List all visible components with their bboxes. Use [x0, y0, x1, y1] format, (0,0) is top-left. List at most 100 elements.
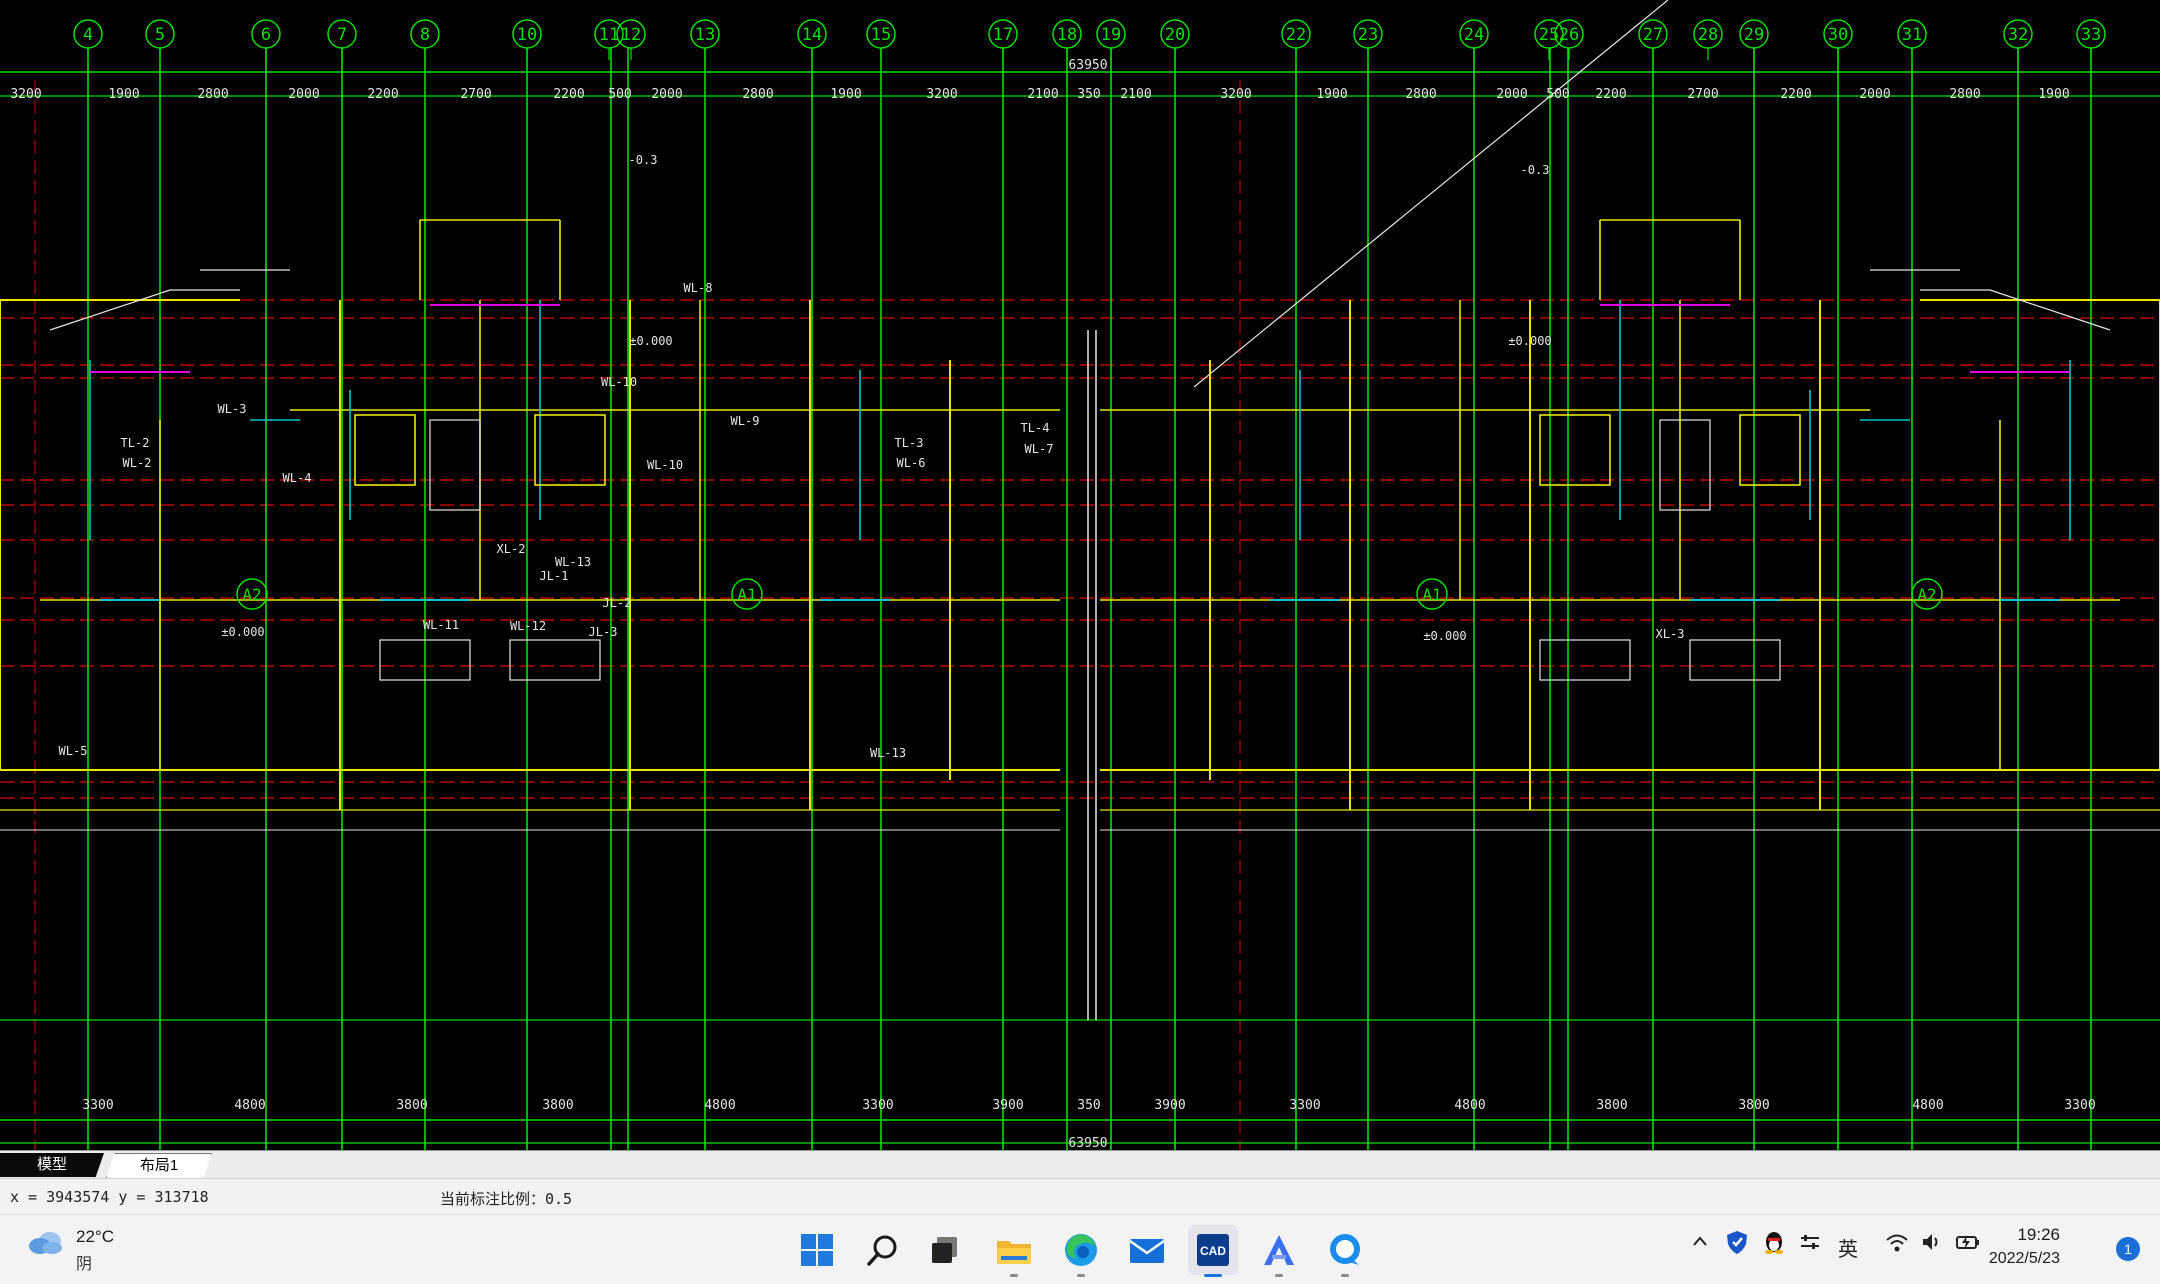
total-dimension-top: 63950: [1068, 58, 1107, 73]
pipe-label: WL-3: [218, 402, 247, 416]
bottom-dimension-text: 3900: [992, 1098, 1023, 1113]
volume-icon[interactable]: [1920, 1231, 1944, 1259]
pipe-label: WL-13: [870, 746, 906, 760]
axis-bubble-label: 30: [1828, 25, 1848, 45]
chat-app-button[interactable]: [1320, 1225, 1370, 1277]
top-dimension-text: 2200: [1780, 87, 1811, 102]
pipe-label: TL-3: [895, 436, 924, 450]
pipe-label: WL-11: [423, 618, 459, 632]
elevation-mark: ±0.000: [1423, 629, 1466, 643]
cad-app-button[interactable]: CAD: [1188, 1225, 1238, 1277]
start-button[interactable]: [792, 1225, 842, 1275]
bottom-dimension-text: 3300: [82, 1098, 113, 1113]
elevation-mark: ±0.000: [221, 625, 264, 639]
mail-button[interactable]: [1122, 1225, 1172, 1275]
edge-browser-button[interactable]: [1056, 1225, 1106, 1277]
axis-bubble-label: 28: [1698, 25, 1718, 45]
running-indicator: [1341, 1274, 1349, 1277]
annotation-scale: 当前标注比例：0.5: [440, 1190, 573, 1208]
weather-temperature: 22°C: [76, 1227, 114, 1246]
total-dimension-bottom: 63950: [1068, 1136, 1107, 1150]
top-dimension-text: 2700: [460, 87, 491, 102]
unit-label: A2: [242, 585, 261, 604]
search-icon: [867, 1235, 897, 1266]
axis-bubble-label: 13: [695, 25, 715, 45]
top-dimension-text: 2700: [1687, 87, 1718, 102]
clock-date[interactable]: 2022/5/23: [1989, 1250, 2060, 1268]
stair-block: [429, 419, 481, 511]
elevator-shaft: [354, 414, 416, 486]
status-bar: x = 3943574 y = 313718 当前标注比例：0.5: [0, 1178, 2160, 1215]
axis-bubble-label: 17: [993, 25, 1013, 45]
tab-model[interactable]: 模型: [0, 1153, 104, 1177]
bottom-dimension-text: 3900: [1154, 1098, 1185, 1113]
pipe-label: WL-9: [731, 414, 760, 428]
input-method-indicator[interactable]: 英: [1838, 1233, 1858, 1262]
battery-charging-icon[interactable]: [1955, 1231, 1981, 1259]
top-dimension-text: 2800: [1405, 87, 1436, 102]
cad-app-icon: CAD: [1197, 1234, 1229, 1266]
elevation-mark: ±0.000: [629, 334, 672, 348]
input-switch-icon[interactable]: [1798, 1231, 1822, 1259]
bottom-dimension-text: 3800: [1738, 1098, 1769, 1113]
bottom-dimension-text: 3300: [862, 1098, 893, 1113]
floor-plan-drawing[interactable]: 4 5 6 7 8 10 11 12 13 14 15 17 18 19 20 22 23 24 25 26 27 28 2…: [0, 0, 2160, 1150]
running-indicator: [1077, 1274, 1085, 1277]
running-indicator: [1204, 1274, 1222, 1277]
cad-drawing-canvas[interactable]: 4 5 6 7 8 10 11 12 13 14 15 17 18 19 20 22 23 24 25 26 27 28 2…: [0, 0, 2160, 1150]
search-button[interactable]: [858, 1225, 908, 1275]
top-dimension-text: 2000: [288, 87, 319, 102]
top-dimension-text: 3200: [1220, 87, 1251, 102]
cursor-coordinates: x = 3943574 y = 313718: [10, 1188, 209, 1206]
roof-outline: [49, 289, 171, 331]
unit-label: A2: [1917, 585, 1936, 604]
bottom-dimension-text: 4800: [234, 1098, 265, 1113]
axis-bubble-label: 7: [337, 25, 347, 45]
pipe-label: TL-4: [1021, 421, 1050, 435]
folder-icon: [997, 1241, 1031, 1264]
task-view-button[interactable]: [920, 1225, 970, 1275]
diagonal-construction-line: [1193, 0, 1669, 388]
axis-bubble-label: 12: [621, 25, 641, 45]
axis-bubble-label: 20: [1165, 25, 1185, 45]
windows-taskbar: 22°C 阴 CAD 英 19:26 2022/5/23 1: [0, 1214, 2160, 1284]
pipe-label: WL-2: [123, 456, 152, 470]
notification-badge[interactable]: 1: [2116, 1237, 2140, 1261]
show-hidden-icons-chevron-icon[interactable]: [1690, 1231, 1710, 1257]
pipe-label: WL-12: [510, 619, 546, 633]
axis-bubble-label: 31: [1902, 25, 1922, 45]
bottom-dimension-text: 4800: [704, 1098, 735, 1113]
axis-bubble-label: 23: [1358, 25, 1378, 45]
pipe-label: JL-2: [603, 596, 632, 610]
axis-bubble-label: 27: [1643, 25, 1663, 45]
stair-block: [509, 639, 601, 681]
axis-bubble-label: 8: [420, 25, 430, 45]
top-dimension-text: 1900: [108, 87, 139, 102]
wifi-icon[interactable]: [1885, 1231, 1909, 1259]
task-view-icon: [932, 1237, 957, 1263]
axis-bubble-label: 10: [517, 25, 537, 45]
file-explorer-button[interactable]: [989, 1225, 1039, 1277]
elevation-mark: -0.3: [629, 153, 658, 167]
tab-layout1[interactable]: 布局1: [106, 1153, 212, 1178]
stair-block: [1689, 639, 1781, 681]
axis-bubble-label: 32: [2008, 25, 2028, 45]
clock-time[interactable]: 19:26: [2017, 1225, 2060, 1245]
windows-logo-icon: [801, 1234, 833, 1266]
bottom-dimension-text: 350: [1077, 1098, 1100, 1113]
axis-bubble-label: 11: [599, 25, 619, 45]
bottom-dimension-text: 3300: [1289, 1098, 1320, 1113]
axis-bubble-label: 15: [871, 25, 891, 45]
axis-bubble-label: 29: [1744, 25, 1764, 45]
roof-outline: [1989, 289, 2111, 331]
qq-penguin-icon[interactable]: [1762, 1229, 1786, 1261]
top-dimension-text: 500: [608, 87, 631, 102]
pipe-label: JL-1: [540, 569, 569, 583]
weather-widget[interactable]: 22°C 阴: [28, 1227, 114, 1273]
axis-bubble-label: 22: [1286, 25, 1306, 45]
pipe-label: WL-4: [283, 471, 312, 485]
top-dimension-text: 1900: [1316, 87, 1347, 102]
axis-bubble-label: 24: [1464, 25, 1484, 45]
a-app-button[interactable]: [1254, 1225, 1304, 1277]
security-shield-icon[interactable]: [1725, 1229, 1749, 1261]
